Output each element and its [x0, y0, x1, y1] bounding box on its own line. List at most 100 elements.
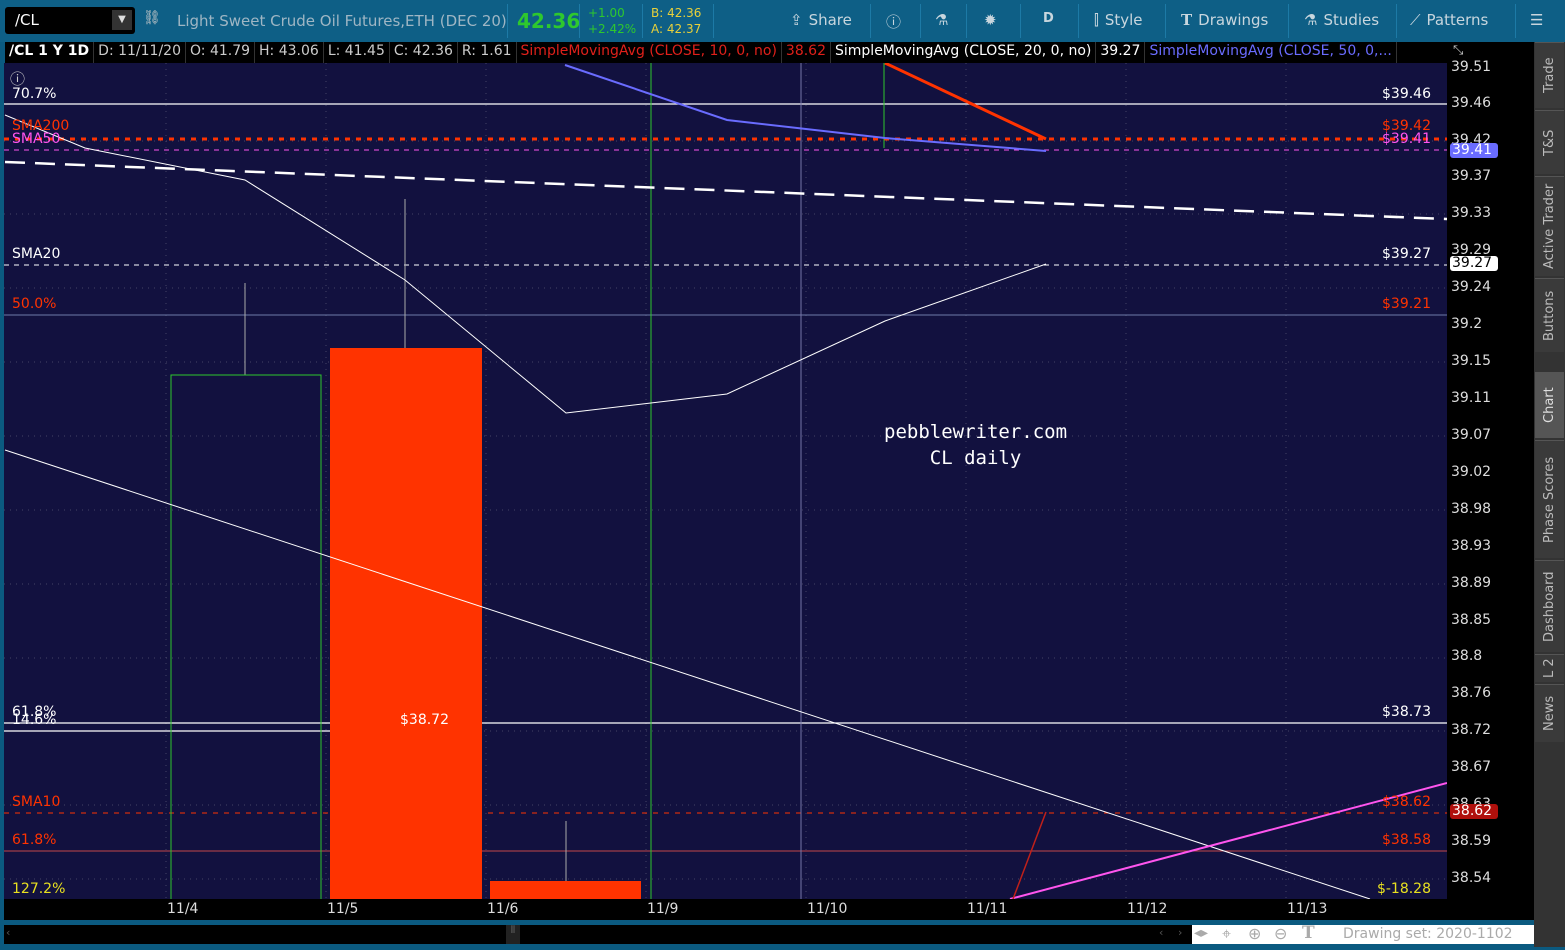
- time-axis[interactable]: 11/4 11/5 11/6 11/9 11/10 11/11 11/12 11/13: [4, 899, 1534, 920]
- side-tab-news[interactable]: News: [1535, 684, 1564, 742]
- fib-label: 50.0%: [12, 296, 57, 312]
- fib-label: 127.2%: [12, 881, 66, 897]
- autoscale-icon[interactable]: ⤡: [1453, 43, 1463, 58]
- date-tick: 11/4: [167, 901, 199, 917]
- date-tick: 11/11: [967, 901, 1008, 917]
- date-tick: 11/6: [487, 901, 519, 917]
- flask-icon: ⚗: [935, 11, 949, 29]
- date-tick: 11/10: [807, 901, 848, 917]
- side-tab-dashboard[interactable]: Dashboard: [1535, 560, 1564, 652]
- drawings-label: Drawings: [1198, 11, 1269, 29]
- study-sma10[interactable]: SimpleMovingAvg (CLOSE, 10, 0, no): [517, 42, 782, 63]
- pan-icon[interactable]: ◂▸: [1194, 925, 1208, 941]
- study-sma20[interactable]: SimpleMovingAvg (CLOSE, 20, 0, no): [831, 42, 1097, 63]
- menu-button[interactable]: ☰: [1530, 11, 1543, 29]
- candle-11-4[interactable]: [170, 374, 322, 899]
- crosshair-icon[interactable]: ⌖: [1222, 924, 1231, 944]
- side-tab-trade[interactable]: Trade: [1535, 42, 1564, 108]
- bar-high: H: 43.06: [255, 42, 324, 63]
- watermark-site: pebblewriter.com: [884, 421, 1068, 443]
- period-button[interactable]: D: [1043, 11, 1054, 26]
- bar-open: O: 41.79: [186, 42, 256, 63]
- price-chart[interactable]: ⓘ 70.7% $39.46 SMA200 $39.42 SMA50 $39.4…: [4, 63, 1447, 899]
- settings-button[interactable]: ✹: [984, 11, 997, 29]
- price-tick: 39.37: [1451, 168, 1492, 184]
- studies-label: Studies: [1323, 11, 1380, 29]
- date-tick: 11/5: [327, 901, 359, 917]
- text-tool-icon: T: [1181, 11, 1193, 29]
- text-tool-icon[interactable]: T: [1302, 923, 1315, 943]
- patterns-label: Patterns: [1426, 11, 1489, 29]
- style-label: Style: [1104, 11, 1143, 29]
- side-tab-buttons[interactable]: Buttons: [1535, 278, 1564, 352]
- bid-ask: B: 42.36 A: 42.37: [651, 5, 701, 37]
- side-tab-phase-scores[interactable]: Phase Scores: [1535, 440, 1564, 558]
- side-tab-l-2[interactable]: L 2: [1535, 654, 1564, 682]
- side-tabs: Trade T&S Active Trader Buttons Chart Phase S…: [1534, 42, 1565, 947]
- sma10-price: $38.62: [1382, 794, 1431, 810]
- side-tab-active-trader[interactable]: Active Trader: [1535, 176, 1564, 276]
- sma50-price: $39.41: [1382, 131, 1431, 147]
- scroll-right-icon[interactable]: ›: [1178, 926, 1182, 939]
- fib-label: 61.8%: [12, 832, 57, 848]
- flask-icon: ⚗: [1304, 11, 1318, 29]
- trendline-dashed[interactable]: [4, 160, 1447, 221]
- scroll-left-icon[interactable]: ‹: [1159, 926, 1163, 939]
- share-icon: ⇪: [790, 11, 803, 29]
- price-axis[interactable]: ⤡ 39.51 39.46 39.42 39.37 39.33 39.29 39.24 39.…: [1447, 42, 1534, 920]
- drawings-button[interactable]: T Drawings: [1181, 11, 1268, 29]
- scroll-thumb[interactable]: ⦀: [506, 925, 520, 944]
- sma20-price-tag: 39.27: [1450, 256, 1498, 271]
- link-icon[interactable]: ⛓: [143, 10, 161, 26]
- patterns-icon: ⟋: [1410, 11, 1421, 29]
- share-button[interactable]: ⇪ Share: [790, 11, 852, 29]
- sma20-price: $39.27: [1382, 246, 1431, 262]
- fib-price: $39.46: [1382, 86, 1431, 102]
- side-tab-chart[interactable]: Chart: [1535, 372, 1564, 438]
- horizontal-scrollbar[interactable]: ‹ ⦀ ‹ ›: [4, 925, 1192, 944]
- scrollbar-area: ‹ ⦀ ‹ › ◂▸ ⌖ ⊕ ⊖ T Drawing set: 2020-110…: [4, 923, 1534, 944]
- bar-range: R: 1.61: [458, 42, 517, 63]
- info-button[interactable]: ⓘ: [886, 11, 901, 32]
- flask-button[interactable]: ⚗: [935, 11, 948, 29]
- date-tick: 11/9: [647, 901, 679, 917]
- ask: A: 42.37: [651, 22, 702, 36]
- chevron-down-icon[interactable]: ▼: [112, 10, 132, 30]
- bar-low: L: 41.45: [324, 42, 390, 63]
- symbol-input[interactable]: /CL ▼: [5, 7, 135, 34]
- sma10-line[interactable]: [884, 63, 1047, 141]
- net-change: +1.00 +2.42%: [588, 5, 636, 37]
- study-sma20-value: 39.27: [1096, 42, 1146, 63]
- sma50-label: SMA50: [12, 131, 61, 147]
- price-tick: 39.24: [1451, 279, 1492, 295]
- price-tick: 38.8: [1451, 648, 1483, 664]
- side-tab-t-s[interactable]: T&S: [1535, 110, 1564, 174]
- price-tick: 39.2: [1451, 316, 1483, 332]
- bar-date: D: 11/11/20: [94, 42, 186, 63]
- watermark-caption: CL daily: [929, 447, 1022, 469]
- patterns-button[interactable]: ⟋ Patterns: [1410, 11, 1488, 29]
- zoom-out-icon[interactable]: ⊖: [1274, 924, 1287, 943]
- drawing-set-selector[interactable]: Drawing set: 2020-1102: [1343, 926, 1513, 942]
- info-icon: ⓘ: [886, 13, 902, 31]
- style-button[interactable]: ⫿ Style: [1094, 11, 1143, 29]
- candle-11-6[interactable]: [490, 881, 641, 899]
- date-tick: 11/12: [1127, 901, 1168, 917]
- candle-11-5[interactable]: [330, 348, 482, 899]
- price-tick: 39.33: [1451, 205, 1492, 221]
- price-tick: 38.85: [1451, 612, 1492, 628]
- fib-price: $39.21: [1382, 296, 1431, 312]
- studies-button[interactable]: ⚗ Studies: [1304, 11, 1379, 29]
- trendline-red[interactable]: [1012, 811, 1047, 899]
- toolbar: /CL ▼ ⛓ Light Sweet Crude Oil Futures,ETH…: [0, 0, 1565, 42]
- share-label: Share: [808, 11, 852, 29]
- bid: B: 42.36: [651, 6, 702, 20]
- zoom-in-icon[interactable]: ⊕: [1248, 924, 1261, 943]
- trendline[interactable]: [4, 449, 1371, 899]
- sma20-line[interactable]: [4, 114, 1047, 414]
- study-sma10-value: 38.62: [782, 42, 831, 63]
- price-tick: 38.76: [1451, 685, 1492, 701]
- scroll-left-icon[interactable]: ‹: [6, 926, 10, 939]
- chart-info-bar: /CL 1 Y 1D D: 11/11/20 O: 41.79 H: 43.06…: [5, 42, 1447, 63]
- study-sma50[interactable]: SimpleMovingAvg (CLOSE, 50, 0,...: [1145, 42, 1397, 63]
